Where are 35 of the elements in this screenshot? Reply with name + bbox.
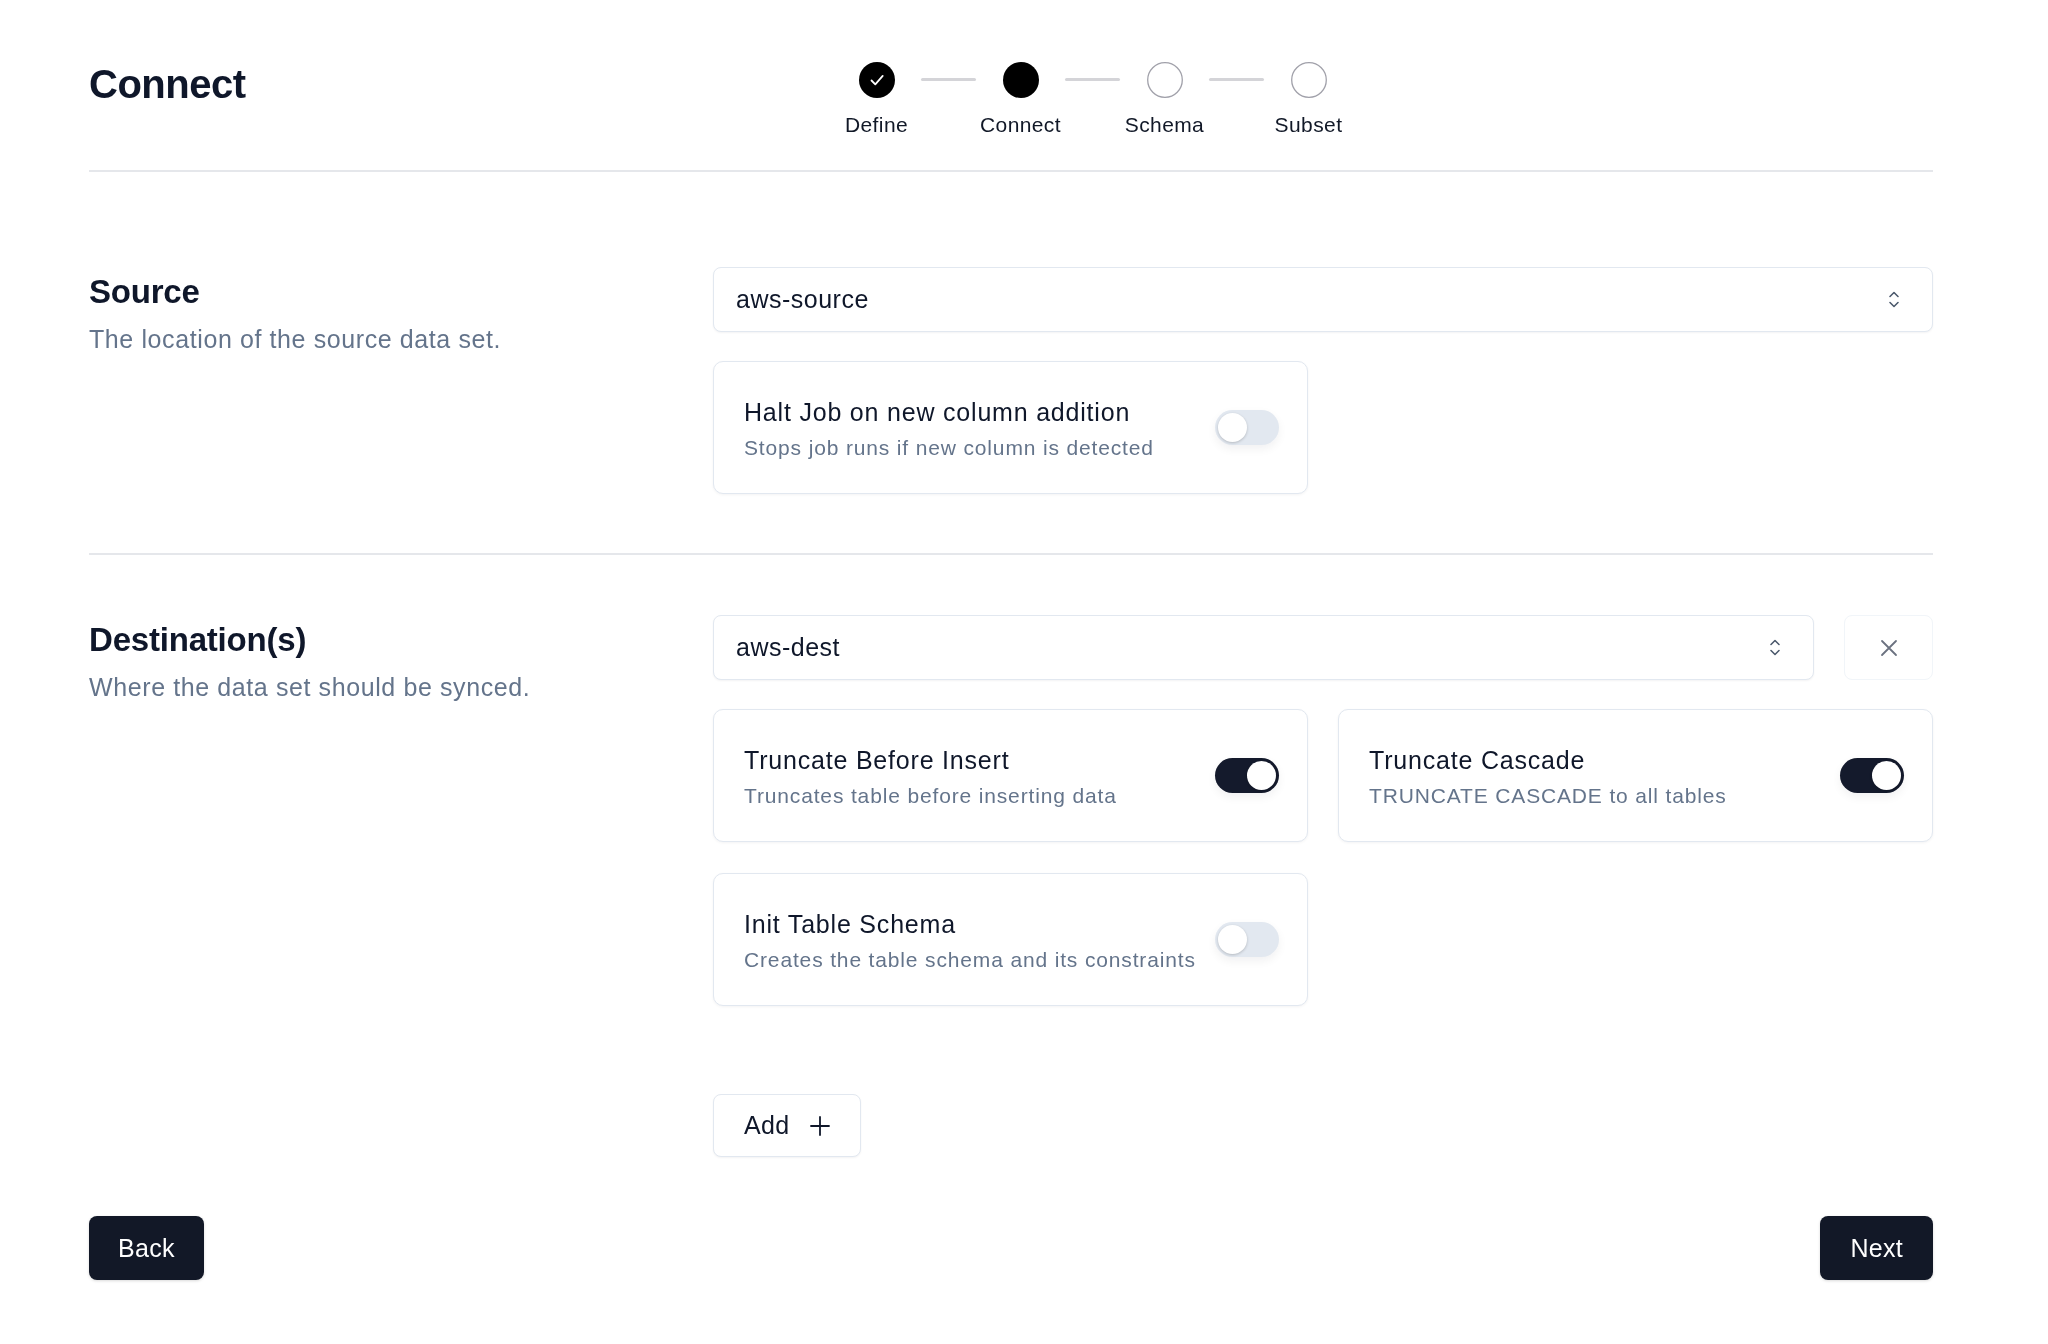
step-label: Define — [844, 112, 909, 138]
section-description: The location of the source data set. — [89, 324, 502, 355]
dropdown-select[interactable]: aws-source — [713, 267, 1933, 332]
step-circle-icon — [1146, 62, 1183, 98]
section-heading: Source — [89, 272, 200, 312]
dropdown-select[interactable]: aws-dest — [713, 615, 1814, 680]
option-description: Creates the table schema and its constraints — [744, 946, 1196, 973]
option-title: Init Table Schema — [744, 908, 956, 940]
chevron-updown-icon — [1770, 639, 1780, 656]
step-label: Schema — [1124, 112, 1205, 138]
option-description: Stops job runs if new column is detected — [744, 434, 1154, 461]
close-icon — [1879, 638, 1898, 657]
step-circle-icon — [1290, 62, 1327, 98]
toggle-switch[interactable] — [1840, 758, 1904, 793]
option-title: Halt Job on new column addition — [744, 396, 1131, 428]
step-label: Connect — [980, 112, 1061, 138]
option-title: Truncate Before Insert — [744, 744, 1010, 776]
add-button[interactable]: Add — [713, 1094, 862, 1157]
chevron-updown-icon — [1889, 291, 1899, 308]
option-description: TRUNCATE CASCADE to all tables — [1369, 782, 1727, 809]
section-heading: Destination(s) — [89, 620, 307, 660]
toggle-switch[interactable] — [1215, 410, 1279, 445]
option-title: Truncate Cascade — [1369, 744, 1586, 776]
plus-icon — [810, 1115, 831, 1136]
toggle-switch[interactable] — [1215, 758, 1279, 793]
step-dot-icon — [1002, 62, 1039, 98]
toggle-switch[interactable] — [1215, 922, 1279, 957]
section-description: Where the data set should be synced. — [89, 672, 531, 703]
page-title: Connect — [89, 61, 246, 108]
step-label: Subset — [1274, 112, 1343, 138]
step-check-icon — [858, 62, 895, 98]
remove-button[interactable] — [1844, 615, 1933, 680]
back-button[interactable]: Back — [89, 1216, 204, 1280]
next-button[interactable]: Next — [1820, 1216, 1933, 1280]
option-description: Truncates table before inserting data — [744, 782, 1117, 809]
